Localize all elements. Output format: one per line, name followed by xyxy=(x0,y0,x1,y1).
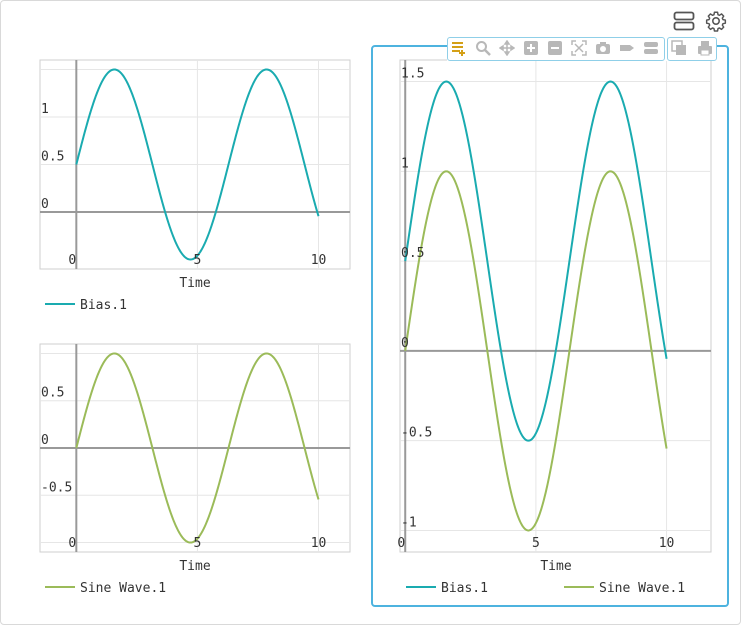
plot-area xyxy=(399,59,712,553)
legend-add-icon[interactable] xyxy=(451,40,467,56)
camera-icon[interactable] xyxy=(595,40,611,56)
legend-label-sine: Sine Wave.1 xyxy=(599,581,685,596)
y-tick-label: -0.5 xyxy=(401,426,432,441)
print-icon[interactable] xyxy=(697,40,713,56)
legend-label-bias: Bias.1 xyxy=(441,581,488,596)
zoom-in-icon[interactable] xyxy=(523,40,539,56)
split-icon[interactable] xyxy=(643,40,659,56)
y-tick-label: 0 xyxy=(401,336,409,351)
fit-icon[interactable] xyxy=(571,40,587,56)
x-axis-label: Time xyxy=(540,559,571,574)
zoom-icon[interactable] xyxy=(475,40,491,56)
combined-plot[interactable]: 0 5 10 1.5 1 0.5 0 -0.5 -1 Time Bias.1 Sine Wave… xyxy=(0,0,741,625)
y-tick-label: -1 xyxy=(401,515,417,530)
tag-icon[interactable] xyxy=(619,40,635,56)
plot-toolbar xyxy=(447,37,717,61)
zoom-out-icon[interactable] xyxy=(547,40,563,56)
y-tick-label: 0.5 xyxy=(401,246,424,261)
x-tick-label: 5 xyxy=(532,536,540,551)
copy-icon[interactable] xyxy=(671,40,687,56)
x-tick-label: 0 xyxy=(397,536,405,551)
legend[interactable]: Bias.1 Sine Wave.1 xyxy=(406,581,685,596)
y-tick-label: 1 xyxy=(401,156,409,171)
y-tick-label: 1.5 xyxy=(401,67,424,82)
x-tick-label: 10 xyxy=(659,536,675,551)
pan-icon[interactable] xyxy=(499,40,515,56)
